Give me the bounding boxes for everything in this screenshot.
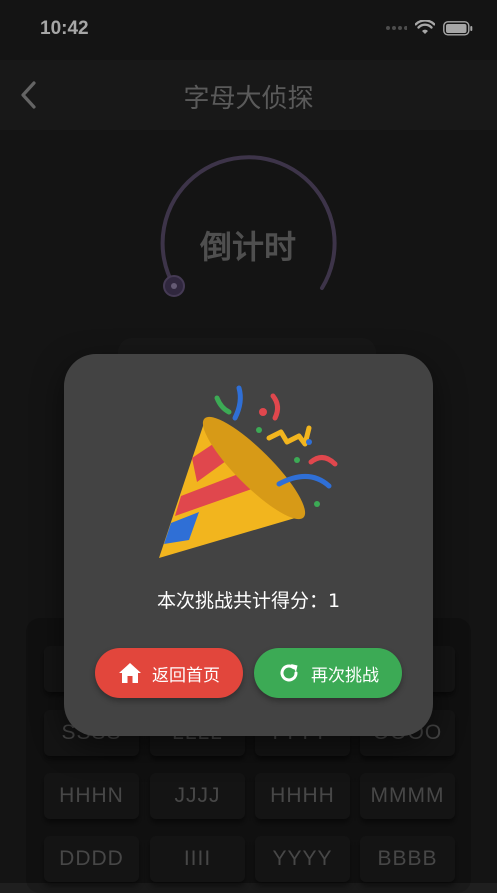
party-popper-icon xyxy=(159,385,338,558)
result-dialog: 本次挑战共计得分：1 返回首页 再次挑战 xyxy=(64,354,433,736)
score-text: 本次挑战共计得分：1 xyxy=(156,590,341,612)
retry-button[interactable]: 再次挑战 xyxy=(254,648,402,698)
refresh-icon xyxy=(280,664,298,682)
retry-label: 再次挑战 xyxy=(311,665,379,686)
return-home-label: 返回首页 xyxy=(152,665,220,686)
home-icon xyxy=(119,663,141,683)
return-home-button[interactable]: 返回首页 xyxy=(95,648,243,698)
